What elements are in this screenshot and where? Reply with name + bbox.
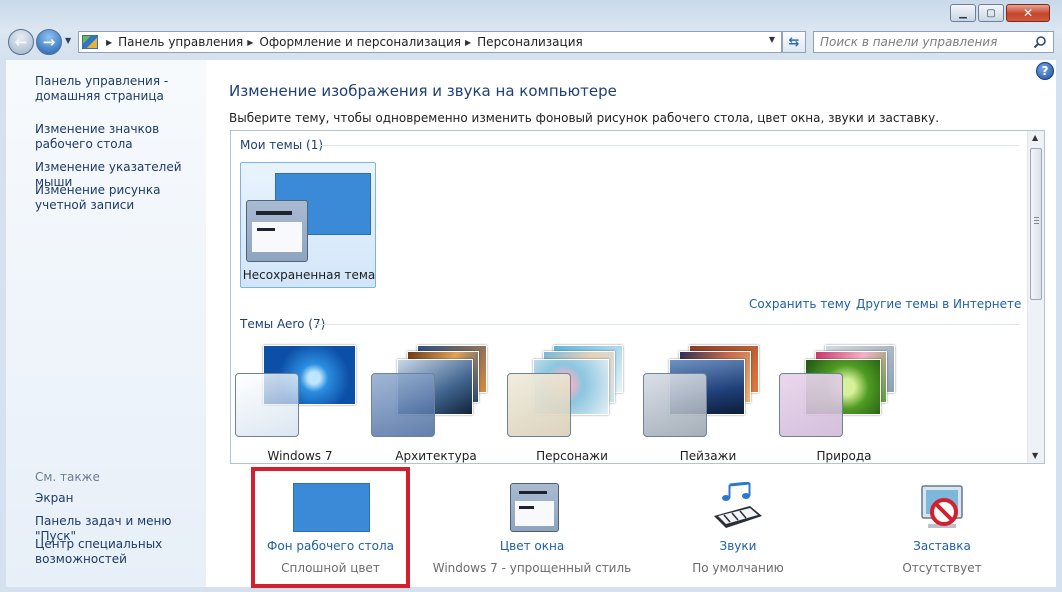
sounds-icon — [714, 482, 762, 528]
search-icon[interactable] — [1033, 35, 1047, 49]
caption-buttons: ▁ ▢ ✕ — [950, 4, 1050, 22]
change-account-picture-link[interactable]: Изменение рисунка учетной записи — [35, 183, 205, 213]
breadcrumb-control-panel[interactable]: Панель управления — [118, 35, 243, 49]
help-icon[interactable]: ? — [1036, 62, 1054, 80]
my-themes-heading: Мои темы (1) — [240, 138, 324, 152]
sounds-setting[interactable]: Звуки По умолчанию — [672, 464, 804, 587]
group-divider — [319, 145, 1019, 146]
search-input[interactable] — [820, 35, 1020, 49]
unsaved-theme-tile[interactable]: Несохраненная тема — [240, 162, 376, 288]
setting-name[interactable]: Звуки — [672, 539, 804, 553]
theme-glass-preview — [507, 373, 571, 437]
breadcrumb-separator-icon[interactable]: ▶ — [465, 38, 471, 47]
refresh-icon: ⇆ — [788, 34, 800, 50]
minimize-button[interactable]: ▁ — [950, 4, 976, 22]
arrow-left-icon: ← — [14, 33, 28, 51]
highlight-frame — [251, 467, 410, 588]
breadcrumb-personalization[interactable]: Персонализация — [477, 35, 583, 49]
theme-label: Windows 7 — [267, 449, 333, 463]
save-theme-link[interactable]: Сохранить тему — [749, 297, 851, 311]
control-panel-home-link[interactable]: Панель управления - домашняя страница — [35, 74, 205, 104]
window-frame: ▁ ▢ ✕ ← → ▼ ▶ Панель управления ▶ Оформл… — [0, 0, 1062, 592]
address-bar[interactable]: ▶ Панель управления ▶ Оформление и персо… — [78, 31, 782, 53]
scrollbar-thumb[interactable] — [1030, 148, 1042, 300]
theme-glass-preview — [235, 373, 299, 437]
address-dropdown-icon[interactable]: ▼ — [769, 35, 775, 44]
refresh-button[interactable]: ⇆ — [782, 31, 806, 53]
theme-label: Архитектура — [395, 449, 477, 463]
breadcrumb-separator-icon[interactable]: ▶ — [106, 38, 112, 47]
screensaver-setting[interactable]: Заставка Отсутствует — [886, 464, 998, 587]
online-themes-link[interactable]: Другие темы в Интернете — [856, 297, 1021, 311]
breadcrumb-separator-icon[interactable]: ▶ — [247, 38, 253, 47]
setting-value: Отсутствует — [902, 561, 982, 575]
theme-list-scrollbar[interactable]: ▲ ▼ — [1027, 131, 1044, 463]
breadcrumb-appearance[interactable]: Оформление и персонализация — [259, 35, 461, 49]
window-color-icon — [510, 483, 559, 532]
group-divider — [315, 324, 1019, 325]
ease-of-access-link[interactable]: Центр специальных возможностей — [35, 537, 205, 567]
forward-button[interactable]: → — [36, 29, 62, 55]
aero-themes-heading: Темы Aero (7) — [240, 317, 326, 331]
theme-label: Персонажи — [536, 449, 608, 463]
control-panel-icon — [82, 35, 98, 49]
theme-window-preview — [246, 200, 308, 262]
setting-value: По умолчанию — [692, 561, 784, 575]
aero-theme-nature[interactable]: Природа — [779, 345, 915, 463]
see-also-heading: См. также — [35, 470, 100, 484]
page-title: Изменение изображения и звука на компьют… — [229, 82, 617, 100]
scroll-up-icon[interactable]: ▲ — [1032, 133, 1038, 142]
theme-label: Природа — [816, 449, 872, 463]
navigation-bar: ← → ▼ ▶ Панель управления ▶ Оформление и… — [0, 27, 1062, 57]
theme-glass-preview — [779, 373, 843, 437]
change-desktop-icons-link[interactable]: Изменение значков рабочего стола — [35, 122, 205, 152]
aero-theme-characters[interactable]: Персонажи — [507, 345, 643, 463]
display-link[interactable]: Экран — [35, 491, 205, 506]
recent-pages-dropdown[interactable]: ▼ — [65, 36, 71, 45]
theme-label: Несохраненная тема — [242, 268, 376, 282]
aero-theme-landscapes[interactable]: Пейзажи — [643, 345, 779, 463]
close-button[interactable]: ✕ — [1006, 4, 1050, 22]
content-pane: ? Изменение изображения и звука на компь… — [206, 60, 1056, 588]
arrow-right-icon: → — [42, 33, 56, 51]
theme-glass-preview — [371, 373, 435, 437]
left-navigation-pane: Панель управления - домашняя страница Из… — [6, 60, 206, 587]
setting-name[interactable]: Цвет окна — [432, 539, 632, 553]
maximize-button[interactable]: ▢ — [978, 4, 1004, 22]
theme-glass-preview — [643, 373, 707, 437]
scroll-down-icon[interactable]: ▼ — [1032, 451, 1038, 460]
back-button[interactable]: ← — [8, 29, 34, 55]
theme-list[interactable]: Мои темы (1) Несохраненная тема Сохранит… — [230, 130, 1045, 464]
window-color-setting[interactable]: Цвет окна Windows 7 - упрощенный стиль — [432, 464, 632, 587]
aero-theme-windows7[interactable]: Windows 7 — [235, 345, 371, 463]
aero-theme-architecture[interactable]: Архитектура — [371, 345, 507, 463]
setting-value: Windows 7 - упрощенный стиль — [432, 561, 632, 575]
search-box[interactable] — [813, 31, 1054, 53]
setting-name[interactable]: Заставка — [886, 539, 998, 553]
page-description: Выберите тему, чтобы одновременно измени… — [229, 111, 940, 125]
screensaver-icon — [921, 485, 963, 528]
theme-label: Пейзажи — [679, 449, 737, 463]
